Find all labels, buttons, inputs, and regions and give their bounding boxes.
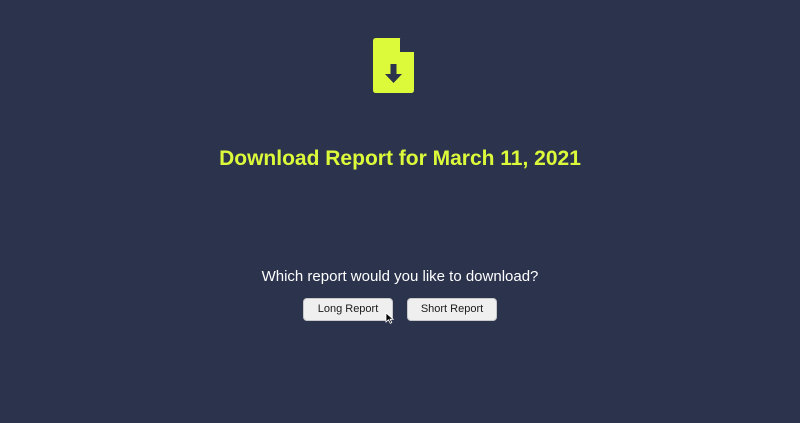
page-title: Download Report for March 11, 2021 [219, 147, 581, 170]
mouse-cursor-icon [385, 312, 395, 324]
long-report-button[interactable]: Long Report [303, 298, 393, 321]
download-question: Which report would you like to download? [261, 268, 539, 285]
file-download-icon [373, 38, 414, 93]
short-report-button[interactable]: Short Report [407, 298, 497, 321]
